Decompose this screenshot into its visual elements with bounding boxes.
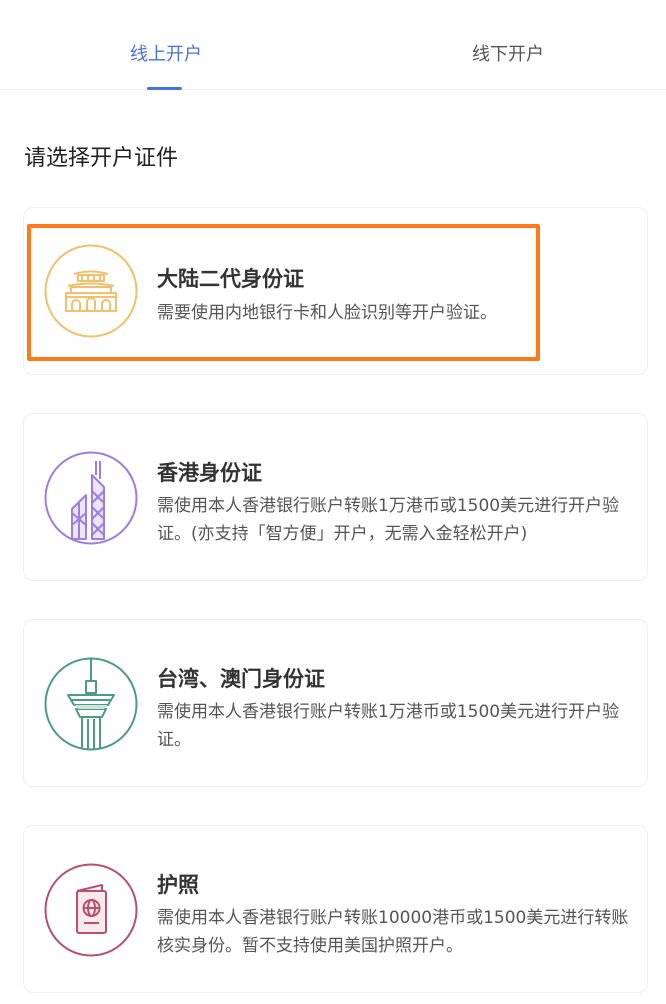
option-card-mainland-id[interactable]: 大陆二代身份证 需要使用内地银行卡和人脸识别等开户验证。: [23, 207, 648, 375]
tab-offline-open[interactable]: 线下开户: [472, 40, 544, 66]
section-title: 请选择开户证件: [24, 146, 179, 171]
tiananmen-icon: [44, 244, 138, 338]
active-tab-indicator: [147, 87, 182, 90]
option-card-tw-macau-id[interactable]: 台湾、澳门身份证 需使用本人香港银行账户转账1万港币或1500美元进行开户验证。: [23, 619, 648, 787]
macau-tower-icon: [44, 657, 138, 751]
option-description: 需要使用内地银行卡和人脸识别等开户验证。: [157, 303, 497, 323]
option-description: 需使用本人香港银行账户转账1万港币或1500美元进行开户验证。: [157, 702, 620, 750]
option-description: 需使用本人香港银行账户转账10000港币或1500美元进行转账核实身份。暂不支持…: [157, 908, 629, 956]
tab-bar: 线上开户 线下开户: [0, 0, 666, 90]
option-title: 香港身份证: [157, 461, 262, 485]
option-card-passport[interactable]: 护照 需使用本人香港银行账户转账10000港币或1500美元进行转账核实身份。暂…: [23, 825, 648, 993]
option-title: 护照: [157, 873, 199, 897]
option-description: 需使用本人香港银行账户转账1万港币或1500美元进行开户验证。(亦支持「智方便」…: [157, 496, 620, 544]
hk-tower-icon: [44, 451, 138, 545]
passport-icon: [44, 863, 138, 957]
option-title: 大陆二代身份证: [157, 267, 304, 291]
option-card-hk-id[interactable]: 香港身份证 需使用本人香港银行账户转账1万港币或1500美元进行开户验证。(亦支…: [23, 413, 648, 581]
option-title: 台湾、澳门身份证: [157, 667, 325, 691]
tab-online-open[interactable]: 线上开户: [130, 40, 202, 66]
